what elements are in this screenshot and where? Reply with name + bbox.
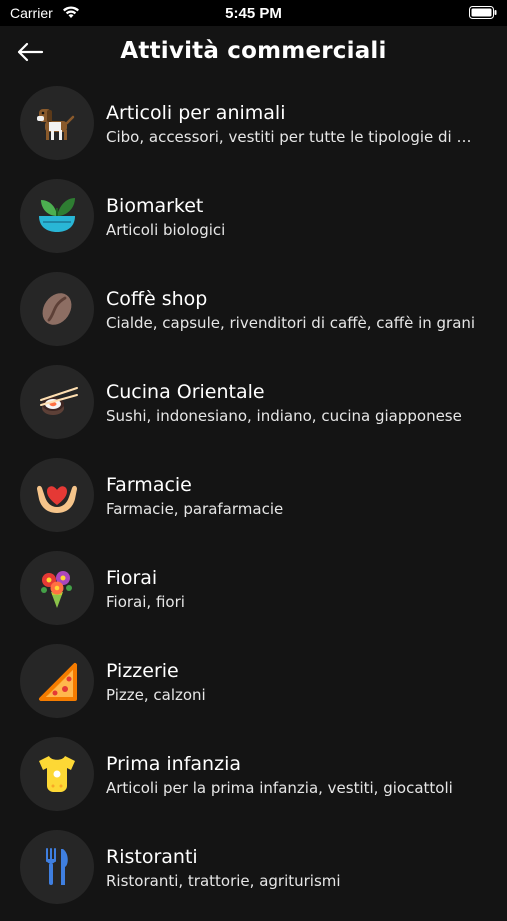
hands-heart-icon bbox=[37, 485, 77, 513]
dog-icon bbox=[37, 109, 75, 140]
list-item-ristoranti[interactable]: Ristoranti Ristoranti, trattorie, agritu… bbox=[0, 828, 507, 921]
avatar bbox=[20, 365, 94, 439]
nav-bar: Attività commerciali bbox=[0, 26, 507, 84]
avatar bbox=[20, 179, 94, 253]
list-item-biomarket[interactable]: Biomarket Articoli biologici bbox=[0, 177, 507, 270]
avatar bbox=[20, 551, 94, 625]
item-title: Farmacie bbox=[106, 474, 192, 496]
item-subtitle: Fiorai, fiori bbox=[106, 593, 185, 611]
avatar bbox=[20, 830, 94, 904]
list-item-pizzerie[interactable]: Pizzerie Pizze, calzoni bbox=[0, 642, 507, 735]
avatar bbox=[20, 644, 94, 718]
status-time: 5:45 PM bbox=[225, 5, 282, 22]
item-subtitle: Farmacie, parafarmacie bbox=[106, 500, 284, 518]
sushi-chopsticks-icon bbox=[40, 387, 78, 415]
plant-bowl-icon bbox=[39, 198, 75, 232]
item-subtitle: Sushi, indonesiano, indiano, cucina giap… bbox=[106, 407, 462, 425]
avatar bbox=[20, 86, 94, 160]
item-subtitle: Articoli biologici bbox=[106, 221, 226, 239]
item-subtitle: Cialde, capsule, rivenditori di caffè, c… bbox=[106, 314, 476, 332]
item-title: Coffè shop bbox=[106, 288, 208, 310]
battery-icon bbox=[469, 6, 497, 19]
list-item-prima-infanzia[interactable]: Prima infanzia Articoli per la prima inf… bbox=[0, 735, 507, 828]
item-subtitle: Cibo, accessori, vestiti per tutte le ti… bbox=[106, 128, 476, 146]
page-title: Attività commerciali bbox=[120, 38, 387, 64]
item-title: Pizzerie bbox=[106, 660, 179, 682]
item-subtitle: Articoli per la prima infanzia, vestiti,… bbox=[106, 779, 453, 797]
list-item-fiorai[interactable]: Fiorai Fiorai, fiori bbox=[0, 549, 507, 642]
item-title: Biomarket bbox=[106, 195, 204, 217]
avatar bbox=[20, 458, 94, 532]
item-title: Cucina Orientale bbox=[106, 381, 265, 403]
item-title: Articoli per animali bbox=[106, 102, 286, 124]
item-title: Fiorai bbox=[106, 567, 158, 589]
list-item-coffe-shop[interactable]: Coffè shop Cialde, capsule, rivenditori … bbox=[0, 270, 507, 363]
list-item-articoli-per-animali[interactable]: Articoli per animali Cibo, accessori, ve… bbox=[0, 84, 507, 177]
flower-bouquet-icon bbox=[41, 571, 72, 608]
avatar bbox=[20, 737, 94, 811]
avatar bbox=[20, 272, 94, 346]
status-bar: Carrier 5:45 PM bbox=[0, 0, 507, 26]
list-item-cucina-orientale[interactable]: Cucina Orientale Sushi, indonesiano, ind… bbox=[0, 363, 507, 456]
pizza-icon bbox=[39, 663, 77, 701]
list-item-farmacie[interactable]: Farmacie Farmacie, parafarmacie bbox=[0, 456, 507, 549]
cutlery-icon bbox=[46, 848, 68, 885]
coffee-bean-icon bbox=[42, 293, 72, 325]
item-subtitle: Pizze, calzoni bbox=[106, 686, 206, 704]
category-list: Articoli per animali Cibo, accessori, ve… bbox=[0, 84, 507, 921]
baby-onesie-icon bbox=[39, 756, 75, 792]
item-title: Ristoranti bbox=[106, 846, 198, 868]
item-title: Prima infanzia bbox=[106, 753, 241, 775]
item-subtitle: Ristoranti, trattorie, agriturismi bbox=[106, 872, 341, 890]
